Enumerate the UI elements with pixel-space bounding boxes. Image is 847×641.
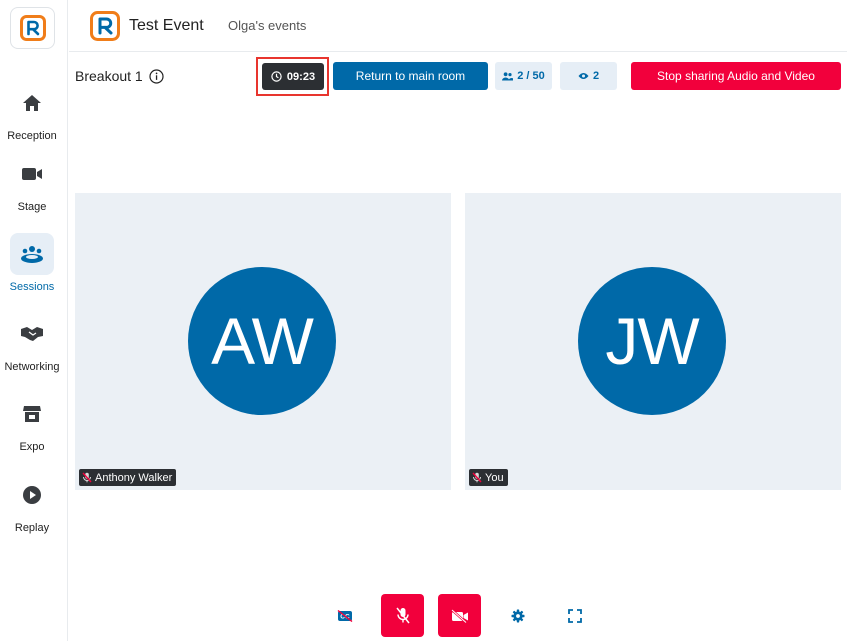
- participant-tile[interactable]: JW You: [465, 193, 841, 490]
- clock-icon: [271, 71, 282, 82]
- avatar: JW: [578, 267, 726, 415]
- avatar: AW: [188, 267, 336, 415]
- room-title-text: Breakout 1: [75, 68, 143, 84]
- eye-icon: [578, 73, 589, 79]
- settings-button[interactable]: [496, 594, 539, 637]
- sidebar-item-label: Stage: [17, 201, 47, 213]
- sidebar-item-label: Networking: [4, 361, 60, 373]
- stop-sharing-button[interactable]: Stop sharing Audio and Video: [631, 62, 841, 90]
- timer-value: 09:23: [286, 70, 316, 83]
- info-icon[interactable]: [149, 68, 164, 84]
- participants-count[interactable]: 2 / 50: [495, 62, 552, 90]
- participant-name: You: [485, 471, 504, 484]
- participant-name-tag: Anthony Walker: [79, 469, 177, 486]
- camera-off-icon: [450, 608, 468, 623]
- sidebar: Reception Stage Sessions Networking Expo…: [0, 0, 68, 641]
- fullscreen-icon: [567, 608, 582, 623]
- sidebar-item-sessions[interactable]: Sessions: [0, 233, 64, 293]
- session-timer: 09:23: [262, 63, 324, 90]
- people-group-icon: [10, 233, 54, 275]
- mic-off-icon: [395, 607, 410, 624]
- mic-muted-icon: [472, 472, 482, 483]
- video-camera-icon: [10, 153, 54, 195]
- app-logo[interactable]: [10, 7, 55, 49]
- play-circle-icon: [10, 474, 54, 516]
- sidebar-item-reception[interactable]: Reception: [0, 82, 64, 142]
- sidebar-item-expo[interactable]: Expo: [0, 393, 64, 453]
- participants-count-text: 2 / 50: [517, 70, 545, 82]
- camera-toggle-button[interactable]: [438, 594, 481, 637]
- return-to-main-room-button[interactable]: Return to main room: [333, 62, 488, 90]
- fullscreen-button[interactable]: [553, 594, 596, 637]
- participant-name-tag: You: [469, 469, 508, 486]
- sidebar-item-networking[interactable]: Networking: [0, 313, 64, 373]
- mic-muted-icon: [82, 472, 92, 483]
- participant-tile[interactable]: AW Anthony Walker: [75, 193, 451, 490]
- people-icon: [502, 71, 514, 80]
- viewers-count-text: 2: [592, 70, 600, 82]
- sidebar-item-label: Replay: [14, 522, 50, 534]
- gear-icon: [511, 609, 524, 622]
- captions-toggle-button[interactable]: CC: [323, 594, 366, 637]
- sidebar-item-label: Expo: [19, 441, 45, 453]
- participant-name: Anthony Walker: [95, 471, 173, 484]
- brand-logo-icon: [19, 15, 46, 41]
- microphone-toggle-button[interactable]: [381, 594, 424, 637]
- event-title[interactable]: Test Event: [129, 17, 204, 35]
- top-header: Test Event Olga's events: [69, 0, 847, 52]
- closed-captions-off-icon: CC: [337, 609, 352, 622]
- viewers-count[interactable]: 2: [560, 62, 617, 90]
- app-window: Reception Stage Sessions Networking Expo…: [0, 0, 847, 641]
- sidebar-item-stage[interactable]: Stage: [0, 153, 64, 213]
- room-title: Breakout 1: [75, 68, 164, 84]
- event-logo-icon: [90, 11, 120, 41]
- handshake-icon: [10, 313, 54, 355]
- sidebar-item-replay[interactable]: Replay: [0, 474, 64, 534]
- sidebar-item-label: Sessions: [9, 281, 55, 293]
- sidebar-item-label: Reception: [7, 130, 57, 142]
- event-owner[interactable]: Olga's events: [228, 18, 306, 33]
- booth-icon: [10, 393, 54, 435]
- home-icon: [10, 82, 54, 124]
